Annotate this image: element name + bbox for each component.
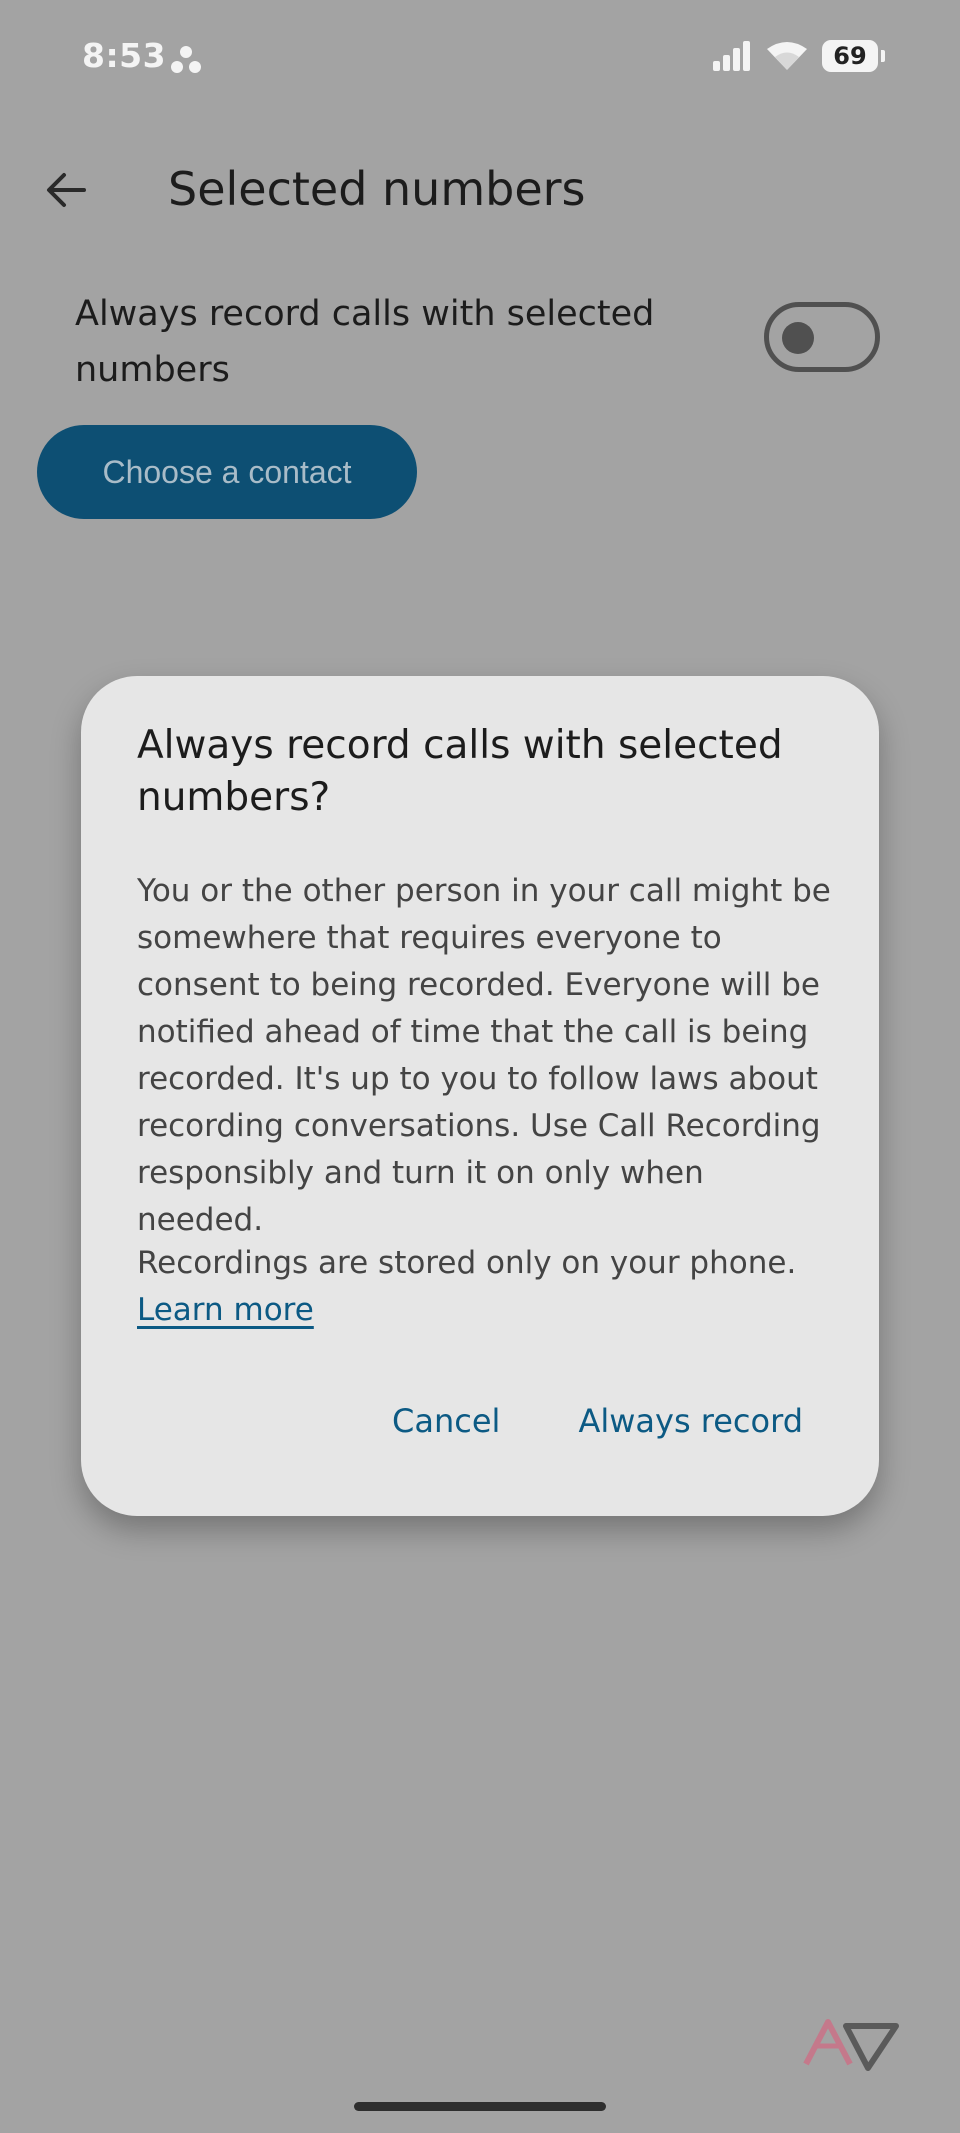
arrow-back-icon (47, 173, 86, 207)
toggle-knob (782, 322, 814, 354)
status-indicators: 69 (712, 40, 885, 72)
confirmation-dialog: Always record calls with selected number… (81, 676, 879, 1516)
dots-icon (171, 46, 201, 73)
dialog-title: Always record calls with selected number… (137, 723, 783, 820)
wifi-icon (767, 42, 807, 70)
battery-tip (881, 50, 885, 62)
dialog-actions: Cancel Always record (392, 1402, 803, 1440)
learn-more-link[interactable]: Learn more (137, 1287, 314, 1334)
battery-level: 69 (833, 42, 867, 70)
back-button[interactable] (36, 160, 96, 220)
choose-contact-button[interactable]: Choose a contact (37, 425, 417, 519)
cancel-button[interactable]: Cancel (392, 1402, 500, 1440)
screen: 8:53 69 Selected numbers Always record c… (0, 0, 960, 2133)
page-title: Selected numbers (168, 162, 586, 216)
status-time: 8:53 (82, 36, 167, 75)
storage-note-text: Recordings are stored only on your phone… (137, 1245, 797, 1281)
dialog-storage-note: Recordings are stored only on your phone… (137, 1240, 837, 1334)
dialog-body: You or the other person in your call mig… (137, 873, 831, 1238)
setting-label: Always record calls with selected number… (75, 294, 655, 390)
always-record-button[interactable]: Always record (578, 1402, 803, 1440)
gesture-nav-handle[interactable] (354, 2102, 606, 2111)
logo-icon (803, 2019, 899, 2071)
always-record-toggle[interactable] (764, 302, 880, 372)
signal-icon (713, 41, 750, 71)
battery-icon: 69 (822, 40, 885, 72)
